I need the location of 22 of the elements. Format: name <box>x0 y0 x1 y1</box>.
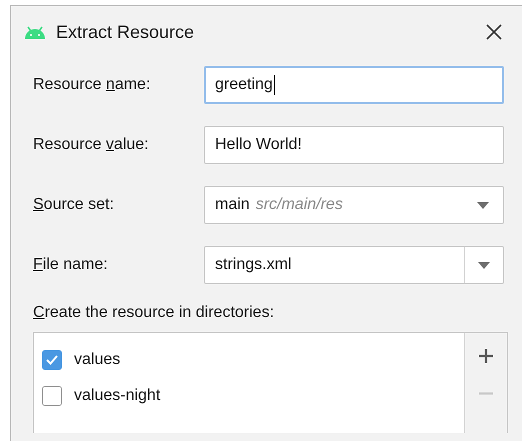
dropdown-field[interactable]: main src/main/res <box>204 186 504 224</box>
directories-label: Create the resource in directories: <box>33 304 276 322</box>
checkbox[interactable] <box>42 350 62 370</box>
field-label: Resource value: <box>33 136 150 154</box>
plus-icon <box>478 348 494 364</box>
minus-icon <box>478 392 494 395</box>
window-title: Extract Resource <box>56 22 196 42</box>
dropdown-arrow-icon <box>477 202 489 208</box>
field-label: Resource name: <box>33 76 152 94</box>
android-icon <box>24 26 46 38</box>
text-field[interactable]: Hello World! <box>204 126 504 164</box>
text-field[interactable]: greeting <box>204 66 504 104</box>
field-label: Source set: <box>33 196 115 214</box>
add-button[interactable] <box>476 346 496 366</box>
checkbox[interactable] <box>42 386 62 406</box>
combo-field[interactable]: strings.xml <box>204 246 504 284</box>
directory-name: values <box>74 351 120 369</box>
checkmark-icon <box>45 354 59 366</box>
dropdown-arrow-icon <box>478 262 490 268</box>
close-icon <box>486 24 502 40</box>
directory-name: values-night <box>74 387 160 405</box>
field-label: File name: <box>33 256 109 274</box>
